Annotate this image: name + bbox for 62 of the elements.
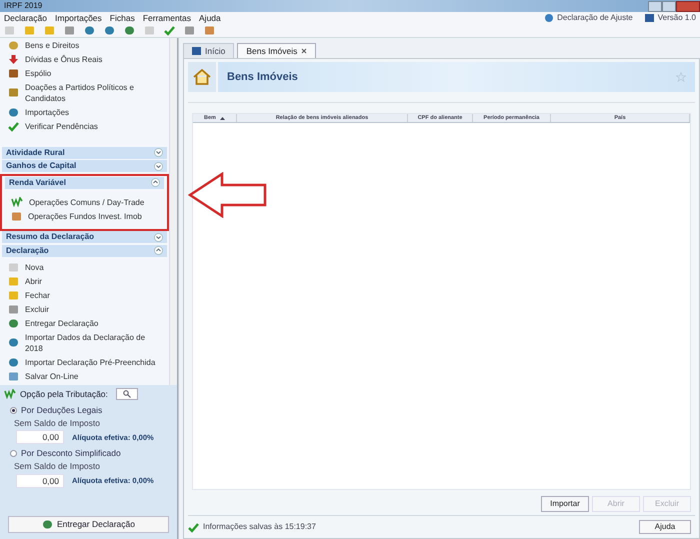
action-button[interactable]: Importar xyxy=(541,496,589,512)
check-icon xyxy=(8,120,19,132)
help-button[interactable]: Ajuda xyxy=(639,520,691,534)
balance-label: Sem Saldo de Imposto xyxy=(13,460,101,473)
radio-button[interactable] xyxy=(10,450,17,458)
sidebar-item[interactable]: Importar Declaração Pré-Preenchida xyxy=(0,355,169,369)
taxation-title: Opção pela Tributação: xyxy=(20,388,108,401)
sidebar-item[interactable]: Importações xyxy=(0,105,169,119)
menu-item[interactable]: Ajuda xyxy=(195,12,225,24)
menu-item[interactable]: Importações xyxy=(51,12,106,24)
menu-item[interactable]: Fichas xyxy=(106,12,139,24)
submit-button[interactable]: Entregar Declaração xyxy=(8,516,169,533)
sidebar-item[interactable]: Dívidas e Ônus Reais xyxy=(0,52,169,66)
sidebar-item[interactable]: Salvar On-Line xyxy=(0,369,169,383)
section-header[interactable]: Resumo da Declaração xyxy=(2,231,167,243)
chart-icon xyxy=(11,197,23,207)
menu-item[interactable]: Declaração xyxy=(0,12,51,24)
status-text: Informações salvas às 15:19:37 xyxy=(203,521,316,533)
close-button[interactable] xyxy=(676,0,700,12)
sidebar-item[interactable]: Bens e Direitos xyxy=(0,38,169,52)
value-field[interactable]: 0,00 xyxy=(16,430,64,444)
sidebar-item[interactable]: Nova xyxy=(0,260,169,274)
search-button[interactable] xyxy=(116,388,138,400)
option-label: Por Desconto Simplificado xyxy=(21,447,121,460)
sort-up-icon xyxy=(220,116,225,120)
maximize-button[interactable] xyxy=(662,0,676,12)
sidebar-item[interactable]: Entregar Declaração xyxy=(0,316,169,330)
option-label: Por Deduções Legais xyxy=(21,404,102,416)
search-icon xyxy=(122,390,131,398)
home-icon xyxy=(193,69,211,85)
section-header[interactable]: Atividade Rural xyxy=(2,146,167,158)
sidebar-item[interactable]: Operações Comuns / Day-Trade xyxy=(3,195,166,209)
sidebar-item[interactable]: Importar Dados da Declaração de 2018 xyxy=(0,330,169,355)
sidebar-item[interactable]: Operações Fundos Invest. Imob xyxy=(3,209,166,223)
sidebar-item[interactable]: Fechar xyxy=(0,288,169,302)
sidebar-item[interactable]: Doações a Partidos Políticos e Candidatos xyxy=(0,80,169,105)
sidebar-item[interactable]: Verificar Pendências xyxy=(0,119,169,133)
window-title: IRPF 2019 xyxy=(3,0,42,12)
tab[interactable]: Início xyxy=(183,43,234,58)
star-icon[interactable] xyxy=(676,72,686,82)
sidebar-item[interactable]: Abrir xyxy=(0,274,169,288)
check-icon xyxy=(188,522,199,532)
value-field[interactable]: 0,00 xyxy=(16,474,64,488)
check-icon xyxy=(164,25,175,36)
sidebar-item[interactable]: Espólio xyxy=(0,66,169,80)
section-header[interactable]: Declaração xyxy=(2,244,167,256)
header-label: Declaração de Ajuste xyxy=(557,12,633,24)
section-header[interactable]: Renda Variável xyxy=(5,176,164,188)
down-arrow-icon xyxy=(8,54,19,64)
sidebar-item[interactable]: Excluir xyxy=(0,302,169,316)
close-icon[interactable] xyxy=(301,48,308,54)
header-label: Versão 1.0 xyxy=(658,12,696,24)
chart-icon xyxy=(4,389,16,400)
menu-item[interactable]: Ferramentas xyxy=(138,12,196,24)
radio-button[interactable] xyxy=(10,406,17,414)
balance-label: Sem Saldo de Imposto xyxy=(13,416,101,430)
home-button[interactable] xyxy=(188,62,216,92)
tab[interactable]: Bens Imóveis xyxy=(237,43,316,58)
minimize-button[interactable] xyxy=(648,0,662,12)
section-header[interactable]: Ganhos de Capital xyxy=(2,160,167,172)
scrollbar[interactable] xyxy=(169,38,177,385)
page-title: Bens Imóveis xyxy=(227,70,298,85)
